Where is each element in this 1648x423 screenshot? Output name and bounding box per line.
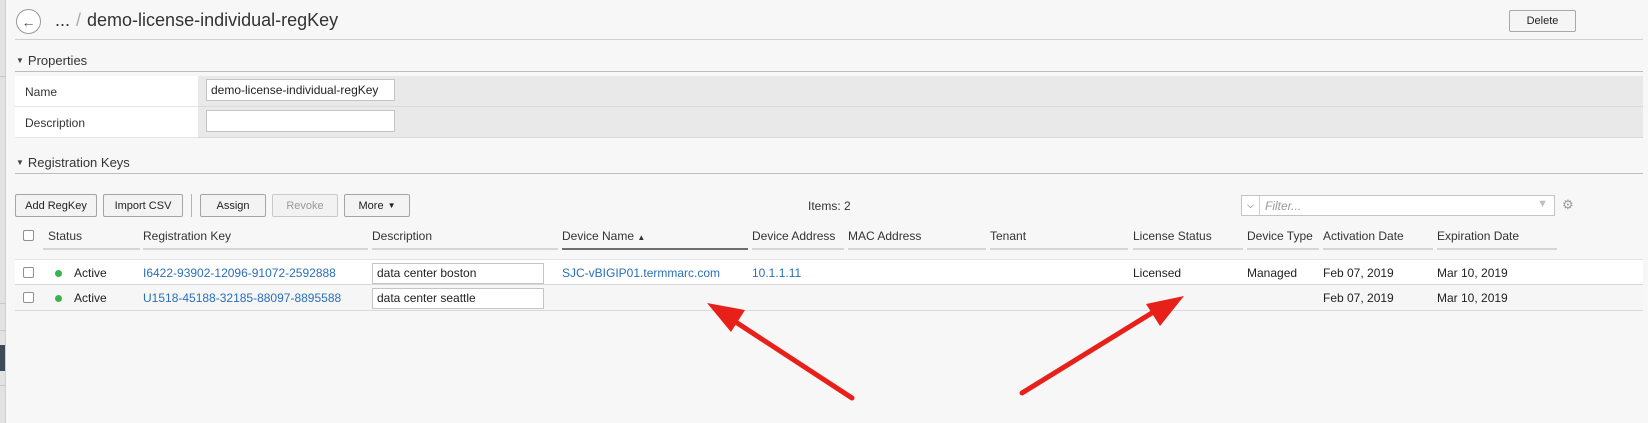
row-description-field[interactable]: data center boston xyxy=(372,263,544,284)
header-bar: ← ... / demo-license-individual-regKey Del… xyxy=(15,6,1643,40)
properties-panel: Name demo-license-individual-regKey Desc… xyxy=(15,76,1643,138)
toolbar-divider xyxy=(191,194,192,217)
name-row: Name demo-license-individual-regKey xyxy=(15,76,1643,107)
gear-icon[interactable]: ⚙ xyxy=(1562,197,1574,213)
funnel-icon[interactable]: ▼ xyxy=(1537,198,1548,210)
row-status: Active xyxy=(74,291,107,305)
items-count: Items: 2 xyxy=(808,199,851,213)
breadcrumb-separator: / xyxy=(76,10,82,30)
back-arrow-icon: ← xyxy=(21,13,36,30)
select-all-checkbox[interactable] xyxy=(23,230,34,241)
status-active-icon xyxy=(55,295,62,302)
description-field[interactable] xyxy=(206,110,395,132)
row-device-name-link[interactable]: SJC-vBIGIP01.termmarc.com xyxy=(562,266,720,280)
row-device-address-link[interactable]: 10.1.1.11 xyxy=(752,266,801,280)
sort-ascending-icon: ▲ xyxy=(637,233,646,242)
left-edge-panel xyxy=(0,0,6,423)
col-device-name[interactable]: Device Name ▲ xyxy=(562,229,645,243)
breadcrumb: ... / demo-license-individual-regKey xyxy=(55,10,338,31)
col-expiration-date[interactable]: Expiration Date xyxy=(1437,229,1519,243)
col-tenant[interactable]: Tenant xyxy=(990,229,1026,243)
row-activation-date: Feb 07, 2019 xyxy=(1323,266,1394,280)
row-description-field[interactable]: data center seattle xyxy=(372,288,544,309)
col-status[interactable]: Status xyxy=(48,229,82,243)
col-device-type[interactable]: Device Type xyxy=(1247,229,1313,243)
registration-keys-section-header[interactable]: ▼ Registration Keys xyxy=(15,152,1643,174)
col-device-address[interactable]: Device Address xyxy=(752,229,835,243)
properties-title: Properties xyxy=(27,53,88,68)
col-description[interactable]: Description xyxy=(372,229,432,243)
import-csv-button[interactable]: Import CSV xyxy=(103,194,183,217)
page-title: demo-license-individual-regKey xyxy=(87,10,339,30)
revoke-button[interactable]: Revoke xyxy=(272,194,338,217)
filter-input[interactable]: ⌵ Filter... ▼ xyxy=(1241,195,1555,216)
row-expiration-date: Mar 10, 2019 xyxy=(1437,291,1508,305)
delete-button[interactable]: Delete xyxy=(1509,10,1576,32)
triangle-down-icon: ▼ xyxy=(16,158,24,167)
regkey-table: Status Registration Key Description Devi… xyxy=(15,225,1643,311)
description-row: Description xyxy=(15,107,1643,138)
status-active-icon xyxy=(55,270,62,277)
col-mac-address[interactable]: MAC Address xyxy=(848,229,921,243)
row-registration-key-link[interactable]: U1518-45188-32185-88097-8895588 xyxy=(143,291,341,305)
regkey-toolbar: Add RegKey Import CSV Assign Revoke More… xyxy=(15,194,1643,218)
chevron-down-icon: ⌵ xyxy=(1247,200,1254,210)
row-status: Active xyxy=(74,266,107,280)
filter-placeholder: Filter... xyxy=(1265,199,1302,213)
row-device-type: Managed xyxy=(1247,266,1298,280)
back-button[interactable]: ← xyxy=(16,9,41,34)
row-registration-key-link[interactable]: I6422-93902-12096-91072-2592888 xyxy=(143,266,336,280)
col-activation-date[interactable]: Activation Date xyxy=(1323,229,1404,243)
triangle-down-icon: ▼ xyxy=(16,56,24,65)
nav-indicator xyxy=(0,345,5,371)
row-expiration-date: Mar 10, 2019 xyxy=(1437,266,1508,280)
row-checkbox[interactable] xyxy=(23,267,34,278)
col-registration-key[interactable]: Registration Key xyxy=(143,229,231,243)
filter-dropdown[interactable]: ⌵ xyxy=(1242,196,1260,215)
table-row[interactable]: Active I6422-93902-12096-91072-2592888 d… xyxy=(15,259,1643,285)
name-label: Name xyxy=(15,76,198,107)
more-label: More xyxy=(358,199,384,212)
annotation-arrow-device-name xyxy=(707,303,855,401)
description-label: Description xyxy=(15,107,198,138)
registration-keys-title: Registration Keys xyxy=(27,155,130,170)
row-license-status: Licensed xyxy=(1133,266,1182,280)
add-regkey-button[interactable]: Add RegKey xyxy=(15,194,97,217)
table-row[interactable]: Active U1518-45188-32185-88097-8895588 d… xyxy=(15,285,1643,311)
more-button[interactable]: More ▼ xyxy=(344,194,410,217)
breadcrumb-ellipsis[interactable]: ... xyxy=(55,10,70,30)
name-field[interactable]: demo-license-individual-regKey xyxy=(206,79,395,101)
table-header: Status Registration Key Description Devi… xyxy=(15,225,1643,251)
chevron-down-icon: ▼ xyxy=(387,201,396,210)
row-checkbox[interactable] xyxy=(23,292,34,303)
properties-section-header[interactable]: ▼ Properties xyxy=(15,50,1643,72)
row-activation-date: Feb 07, 2019 xyxy=(1323,291,1394,305)
col-license-status[interactable]: License Status xyxy=(1133,229,1212,243)
assign-button[interactable]: Assign xyxy=(200,194,266,217)
